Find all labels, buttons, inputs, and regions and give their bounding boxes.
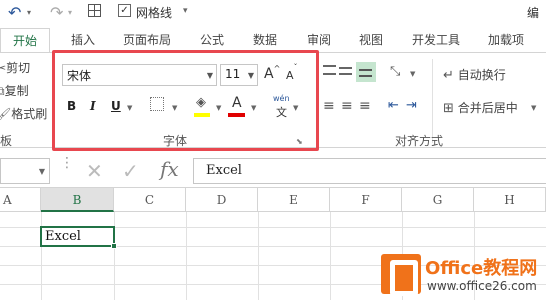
resize-grip-icon[interactable]: ⋮ — [60, 156, 74, 170]
active-cell-value: Excel — [45, 229, 81, 244]
tab-formulas[interactable]: 公式 — [200, 31, 224, 48]
chevron-down-icon[interactable]: ▼ — [39, 167, 45, 176]
copy-button[interactable]: ⧉复制 — [0, 82, 29, 99]
column-header-b[interactable]: B — [41, 188, 114, 212]
decrease-indent-icon[interactable]: ⇤ — [388, 98, 399, 113]
gridline — [330, 212, 331, 300]
tab-addins[interactable]: 加载项 — [488, 31, 524, 48]
tab-home[interactable]: 开始 — [0, 28, 50, 53]
undo-dropdown-icon[interactable]: ▾ — [27, 8, 31, 17]
format-painter-label: 格式刷 — [11, 107, 48, 121]
wrap-text-icon: ↵ — [443, 68, 454, 83]
watermark-url: www.office26.com — [427, 279, 537, 293]
fill-handle[interactable] — [111, 243, 117, 249]
wrap-text-label: 自动换行 — [457, 68, 506, 82]
merge-dropdown-icon[interactable]: ▼ — [531, 104, 536, 112]
gridlines-label: 网格线 — [136, 6, 173, 20]
merge-center-label: 合并后居中 — [457, 101, 518, 115]
cut-button[interactable]: ✂剪切 — [0, 59, 30, 76]
column-header-g[interactable]: G — [402, 188, 474, 212]
column-header-e[interactable]: E — [258, 188, 330, 212]
copy-label: 复制 — [4, 84, 29, 98]
column-header-f[interactable]: F — [330, 188, 402, 212]
format-painter-button[interactable]: 🖌格式刷 — [0, 105, 47, 122]
bottom-align-lines — [359, 69, 372, 77]
gridlines-checkbox[interactable]: ✓ — [118, 4, 131, 17]
borders-icon[interactable] — [88, 4, 101, 17]
align-right-icon[interactable]: ≡ — [359, 98, 371, 114]
watermark: Office教程网 www.office26.com — [381, 254, 546, 300]
orientation-icon[interactable]: ⤡ — [390, 64, 400, 79]
tab-review[interactable]: 审阅 — [307, 31, 331, 48]
redo-dropdown-icon[interactable]: ▾ — [68, 8, 72, 17]
divider — [432, 59, 433, 143]
middle-align-icon[interactable] — [339, 67, 352, 75]
orientation-dropdown-icon[interactable]: ▼ — [410, 70, 415, 78]
align-center-icon[interactable]: ≡ — [341, 98, 353, 114]
office-logo-icon — [381, 254, 421, 296]
tab-insert[interactable]: 插入 — [71, 31, 95, 48]
font-group-highlight — [52, 50, 319, 151]
customize-qat-icon[interactable]: ▾ — [183, 6, 188, 16]
edit-label: 编 — [527, 6, 540, 20]
formula-bar: ▼ ⋮ ✕ ✓ fx Excel — [0, 155, 546, 188]
tab-page-layout[interactable]: 页面布局 — [123, 31, 171, 48]
redo-icon[interactable]: ↷ — [50, 3, 63, 22]
brush-icon: 🖌 — [0, 107, 12, 121]
undo-icon[interactable]: ↶ — [8, 3, 21, 22]
watermark-title: Office教程网 — [425, 258, 538, 279]
top-align-icon[interactable] — [323, 65, 336, 75]
merge-center-button[interactable]: ⊞ 合并后居中 — [443, 99, 518, 116]
column-header-d[interactable]: D — [186, 188, 258, 212]
tab-view[interactable]: 视图 — [359, 31, 383, 48]
formula-input[interactable]: Excel — [193, 158, 546, 184]
insert-function-icon[interactable]: fx — [160, 157, 179, 181]
merge-icon: ⊞ — [443, 101, 454, 116]
ribbon-tabs: 开始 插入 页面布局 公式 数据 审阅 视图 开发工具 加载项 — [0, 28, 546, 53]
quick-access-toolbar: ↶ ▾ ↷ ▾ ✓ 网格线 ▾ 编 — [0, 0, 546, 28]
gridline — [186, 212, 187, 300]
name-box[interactable]: ▼ — [0, 158, 50, 184]
tab-data[interactable]: 数据 — [253, 31, 277, 48]
alignment-group-label: 对齐方式 — [395, 134, 444, 148]
clipboard-group-label: 板 — [0, 134, 13, 148]
align-left-icon[interactable]: ≡ — [323, 98, 335, 114]
gridline — [258, 212, 259, 300]
cancel-icon[interactable]: ✕ — [86, 159, 103, 183]
column-header-c[interactable]: C — [114, 188, 186, 212]
tab-developer[interactable]: 开发工具 — [412, 31, 460, 48]
increase-indent-icon[interactable]: ⇥ — [406, 98, 417, 113]
cut-label: 剪切 — [6, 61, 31, 75]
active-cell[interactable]: Excel — [40, 226, 117, 249]
column-header-a[interactable]: A — [0, 188, 41, 212]
column-header-h[interactable]: H — [474, 188, 546, 212]
enter-icon[interactable]: ✓ — [122, 159, 139, 183]
wrap-text-button[interactable]: ↵ 自动换行 — [443, 66, 506, 83]
